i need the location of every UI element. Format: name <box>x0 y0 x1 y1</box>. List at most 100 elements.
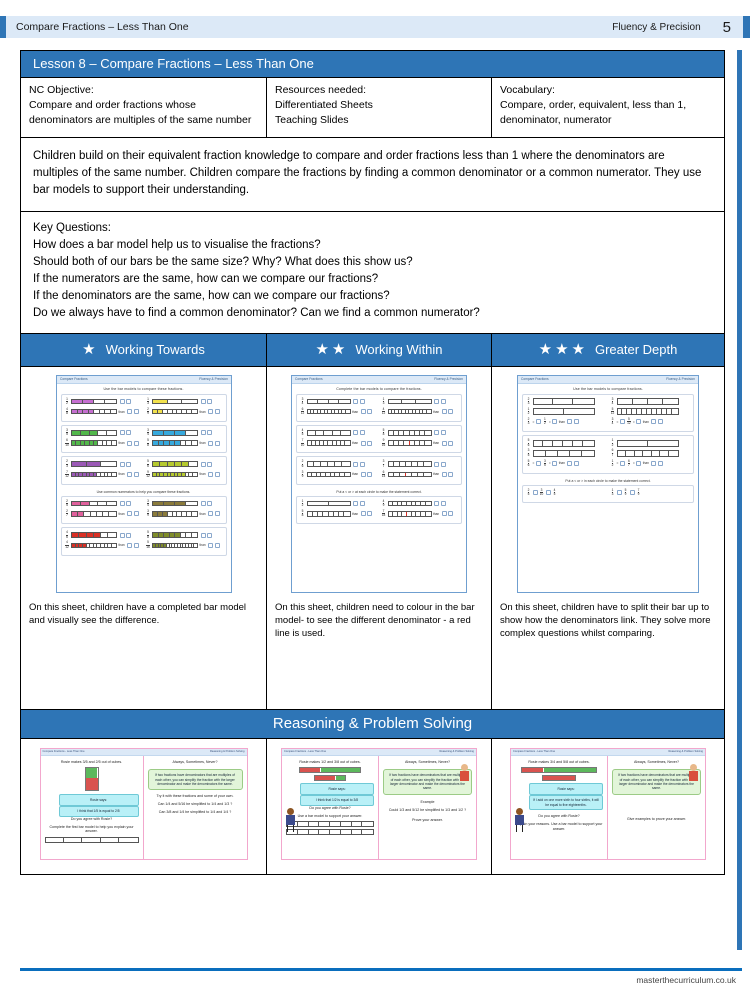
bar-model <box>71 471 117 478</box>
card-columns: Rosie makes 3/4 and 5/8 out of cubes. Ro… <box>511 755 705 859</box>
answer-box <box>127 511 133 517</box>
reasoning-card-1[interactable]: Compare Fractions - Less Than One Reason… <box>39 747 248 860</box>
answer-box <box>359 501 365 507</box>
answer-box <box>208 409 214 415</box>
speech-bubble-text: I think that 1/2 is equal to 3/8 <box>300 794 374 807</box>
bar-model <box>152 500 198 507</box>
answer-box <box>440 430 446 436</box>
speech-bubble: Rosie says: <box>58 794 139 806</box>
bar-model <box>387 398 432 405</box>
answer-box <box>441 511 447 517</box>
answer-box <box>651 460 657 466</box>
lesson-overview: Children build on their equivalent fract… <box>21 138 724 213</box>
equals-sign: = <box>548 419 551 424</box>
bar-model-line: 9 12 than <box>146 470 223 479</box>
bar-model <box>152 408 198 415</box>
question-half: 26 39 than <box>299 459 378 480</box>
star-rating-2: ★ ★ <box>315 342 345 357</box>
bar-model-line: 37 <box>381 459 458 468</box>
bar-model-line: 12 = 67 = than <box>610 459 690 468</box>
answer-box <box>119 398 125 404</box>
answer-box <box>434 398 439 404</box>
bar-model-line: 58 <box>381 428 458 437</box>
answer-box <box>200 398 206 404</box>
fraction-label: 5 12 <box>627 416 631 426</box>
page-header: Compare Fractions – Less Than One Fluenc… <box>0 16 750 38</box>
bar-model <box>152 440 198 446</box>
thumbnail-header-right: Fluency & Precision <box>198 377 228 381</box>
equals-sign: = <box>532 419 535 424</box>
star-icon: ★ <box>82 341 96 358</box>
reasoning-card-3[interactable]: Compare Fractions - Less Than One Reason… <box>510 747 706 860</box>
nc-objective-cell: NC Objective: Compare and order fraction… <box>21 78 267 137</box>
question-box: 45 7 10 than 5 8 9 16 than <box>296 424 462 454</box>
worksheet-thumbnail-greater-depth[interactable]: Compare Fractions Fluency & Precision Us… <box>517 374 699 593</box>
equals-sign: = <box>632 461 635 466</box>
figure-head <box>516 807 523 815</box>
card-header-left: Compare Fractions - Less Than One <box>513 750 556 753</box>
bar-model-line: 5 16 than <box>146 541 223 549</box>
resources-cell: Resources needed: Differentiated Sheets … <box>267 78 492 137</box>
fraction-label: 49 <box>382 498 385 508</box>
answer-box <box>208 440 214 446</box>
bar-model-line: 25 <box>65 499 142 508</box>
card-hint: Use a bar model to support your answer. <box>297 813 363 818</box>
bar-model-line: 25 3 10 45 <box>526 488 606 497</box>
equals-sign: = <box>632 419 635 424</box>
bar-model <box>616 397 679 405</box>
thumbnail-header-left: Compare Fractions <box>295 377 323 381</box>
answer-boxes <box>567 419 579 425</box>
figure-legs <box>287 824 294 832</box>
diff-label-working-towards: Working Towards <box>105 342 205 357</box>
answer-box <box>208 511 214 517</box>
worksheet-thumbnail-working-within[interactable]: Compare Fractions Fluency & Precision Co… <box>291 374 467 593</box>
bar-model <box>71 461 117 467</box>
card-question: Do you agree with Rosie? <box>538 814 580 819</box>
bar-model <box>532 439 595 447</box>
card-try-label: Give examples to prove your answer. <box>626 816 687 821</box>
footer-url: masterthecurriculum.co.uk <box>636 975 736 985</box>
answer-boxes <box>434 461 446 467</box>
card-example-1: Can 1/4 and 5/16 be simplified to 1/4 an… <box>157 802 233 807</box>
answer-box <box>200 532 206 538</box>
answer-box <box>127 409 133 415</box>
question-box: 25 3 10 45 13 5 9 7 9 <box>522 484 694 504</box>
speech-bubble-text: If I add on one more sixth to four sixth… <box>529 794 603 811</box>
answer-box <box>441 471 447 477</box>
answer-box <box>360 409 366 415</box>
fraction-label: 7 10 <box>300 438 305 447</box>
fraction-label: 34 <box>301 396 304 405</box>
question-box: 12 48 than 1 3 2 9 than <box>60 393 227 422</box>
answer-box <box>360 440 366 446</box>
card-right-title: Always, Sometimes, Never? <box>172 759 218 764</box>
reasoning-cell-3: Compare Fractions - Less Than One Reason… <box>492 739 724 874</box>
answer-boxes <box>200 398 212 404</box>
answer-box <box>126 532 131 538</box>
question-box: 26 39 than 3 7 6 14 than <box>296 456 462 485</box>
answer-boxes <box>119 430 131 436</box>
fraction-label: 6 14 <box>381 469 386 478</box>
worksheet-thumbnail-working-towards[interactable]: Compare Fractions Fluency & Precision Us… <box>55 374 232 593</box>
bar-model-line: 49 <box>381 498 458 508</box>
nc-objective-line-2: denominators are multiples of the same n… <box>29 114 252 127</box>
bar-model <box>387 471 432 478</box>
card-example-2: Can 3/8 and 1/4 be simplified to 1/4 and… <box>158 809 232 814</box>
answer-boxes <box>434 398 446 404</box>
than-label: than <box>118 441 125 446</box>
than-label: than <box>433 409 440 414</box>
statement-box: If two fractions have denominators that … <box>147 769 243 791</box>
differentiation-band: ★ Working Towards ★ ★ Working Within ★ ★… <box>21 333 724 367</box>
than-label: than <box>642 461 649 466</box>
footer-rule <box>20 968 742 971</box>
fraction-label: 35 <box>527 448 530 457</box>
key-question-1: How does a bar model help us to visualis… <box>33 239 321 252</box>
bar-model-line: 7 12 than <box>65 470 142 479</box>
answer-boxes <box>353 461 365 467</box>
answer-boxes <box>208 471 220 477</box>
answer-box <box>367 440 373 446</box>
question-half: 25 3 10 45 <box>525 488 607 499</box>
thumbnail-header: Compare Fractions Fluency & Precision <box>292 375 466 384</box>
reasoning-card-2[interactable]: Compare Fractions - Less Than One Reason… <box>281 747 477 860</box>
speaker-label: Rosie says: <box>89 797 108 802</box>
bar-model-line: 4 12 than <box>381 407 458 416</box>
